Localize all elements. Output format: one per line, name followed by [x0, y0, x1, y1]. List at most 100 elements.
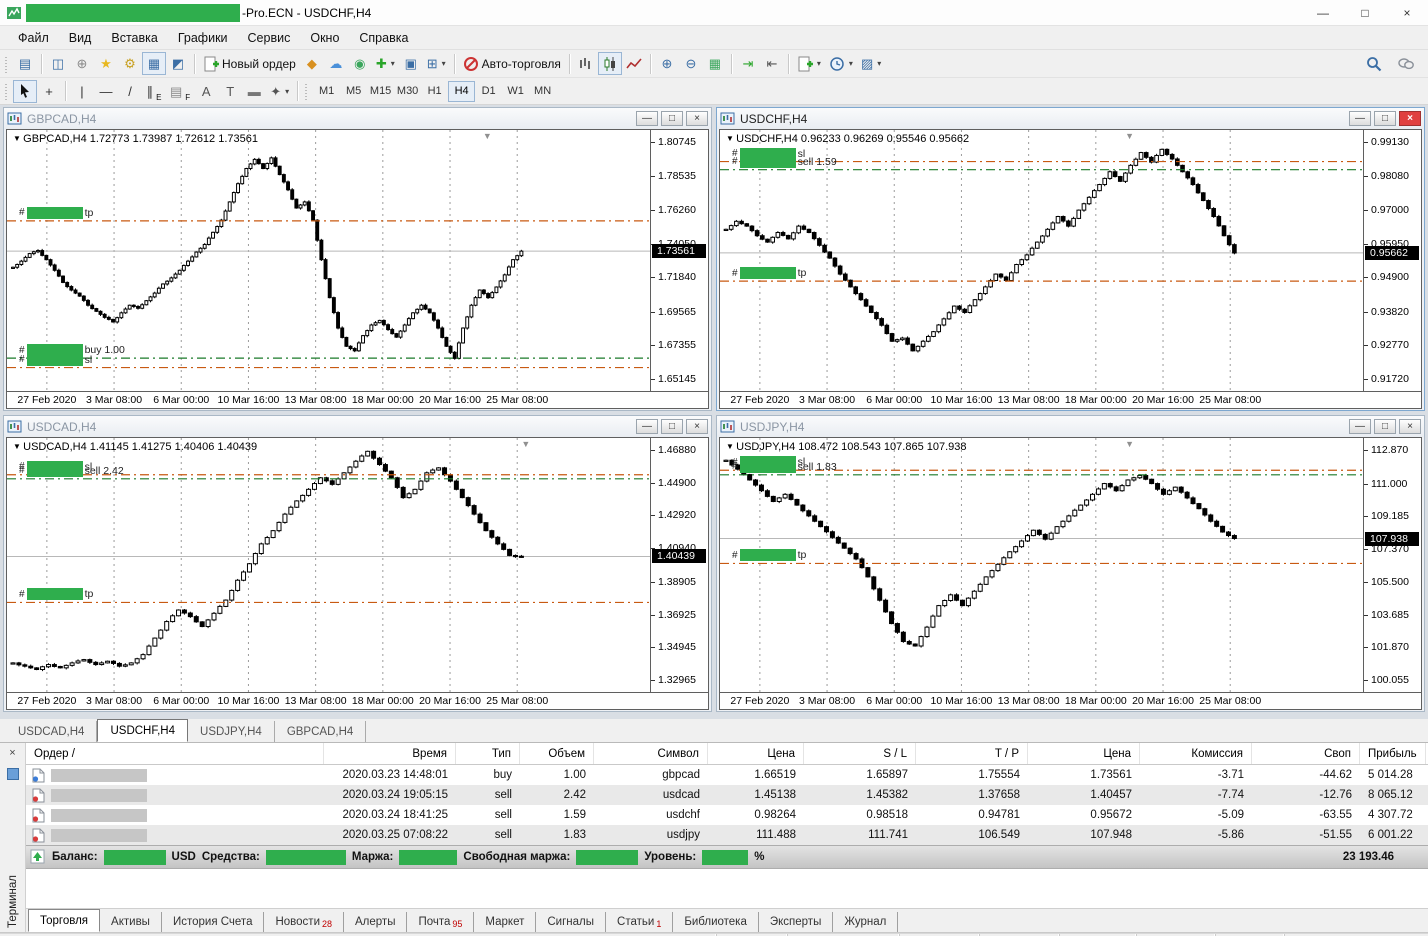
market-watch-icon[interactable]: ⊕ — [70, 52, 94, 75]
terminal-toggle-icon[interactable]: ▦ — [142, 52, 166, 75]
signals-icon[interactable]: ◉ — [348, 52, 372, 75]
menu-сервис[interactable]: Сервис — [238, 28, 301, 48]
time-axis[interactable]: 27 Feb 20203 Mar 08:006 Mar 00:0010 Mar … — [719, 693, 1422, 710]
terminal-tab-новости[interactable]: Новости28 — [264, 912, 344, 932]
menu-файл[interactable]: Файл — [8, 28, 59, 48]
maximize-button[interactable]: □ — [1344, 0, 1386, 25]
crosshair-icon[interactable]: + — [37, 80, 61, 103]
chart-tab-usdjpyh4[interactable]: USDJPY,H4 — [188, 721, 275, 742]
chart-window-titlebar[interactable]: USDJPY,H4—□× — [717, 416, 1424, 437]
autotrading-button[interactable]: Авто-торговля — [459, 52, 565, 75]
menu-графики[interactable]: Графики — [168, 28, 238, 48]
order-row-usdchf[interactable]: 2020.03.24 18:41:25sell1.59usdchf0.98264… — [26, 805, 1428, 825]
terminal-tab-активы[interactable]: Активы — [100, 912, 162, 932]
shapes-icon[interactable]: ▬ — [242, 80, 266, 103]
chart-minimize-button[interactable]: — — [1349, 111, 1371, 126]
collapse-arrow-icon[interactable]: ▼ — [13, 134, 23, 143]
timeframe-h4[interactable]: H4 — [448, 81, 475, 102]
chart-close-button[interactable]: × — [1399, 111, 1421, 126]
terminal-tab-журнал[interactable]: Журнал — [833, 912, 898, 932]
timeframe-w1[interactable]: W1 — [502, 81, 529, 102]
column-header-5[interactable]: Цена — [708, 743, 804, 764]
chart-close-button[interactable]: × — [686, 111, 708, 126]
terminal-tab-сигналы[interactable]: Сигналы — [536, 912, 606, 932]
fibonacci-icon[interactable]: ▤F — [166, 80, 194, 103]
chart-plot-usdcad[interactable]: #sl#sell 2.42#tp▼ USDCAD,H4 1.41145 1.41… — [6, 437, 651, 693]
timeframe-m15[interactable]: M15 — [367, 81, 394, 102]
horizontal-line-icon[interactable]: — — [94, 80, 118, 103]
metaeditor-icon[interactable]: ◆ — [300, 52, 324, 75]
collapse-arrow-icon[interactable]: ▼ — [726, 442, 736, 451]
column-header-11[interactable]: Прибыль — [1360, 743, 1426, 764]
close-order-icon[interactable]: ✕ — [1421, 830, 1428, 841]
new-order-button[interactable]: Новый ордер — [199, 52, 300, 75]
chart-minimize-button[interactable]: — — [636, 111, 658, 126]
strategy-tester-icon[interactable]: ◩ — [166, 52, 190, 75]
price-scale[interactable]: 1.468801.449001.429201.409401.389051.369… — [651, 437, 709, 693]
line-chart-icon[interactable] — [622, 52, 646, 75]
terminal-tab-алерты[interactable]: Алерты — [344, 912, 407, 932]
toolbar-grip[interactable] — [5, 55, 10, 73]
chart-tab-usdchfh4[interactable]: USDCHF,H4 — [97, 719, 188, 742]
text-icon[interactable]: A — [194, 80, 218, 103]
chart-plot-usdchf[interactable]: #sl#sell 1.59#tp▼ USDCHF,H4 0.96233 0.96… — [719, 129, 1364, 392]
zoom-out-icon[interactable]: ⊖ — [679, 52, 703, 75]
search-icon[interactable] — [1362, 52, 1386, 75]
time-axis[interactable]: 27 Feb 20203 Mar 08:006 Mar 00:0010 Mar … — [6, 392, 709, 409]
chart-plot-usdjpy[interactable]: #sl#sell 1.83#tp▼ USDJPY,H4 108.472 108.… — [719, 437, 1364, 693]
toolbar-grip[interactable] — [5, 82, 10, 100]
timeframe-d1[interactable]: D1 — [475, 81, 502, 102]
auto-scroll-icon[interactable]: ⇥ — [736, 52, 760, 75]
time-axis[interactable]: 27 Feb 20203 Mar 08:006 Mar 00:0010 Mar … — [719, 392, 1422, 409]
arrange-windows-icon[interactable]: ▦ — [703, 52, 727, 75]
terminal-tab-эксперты[interactable]: Эксперты — [759, 912, 833, 932]
collapse-arrow-icon[interactable]: ▼ — [726, 134, 736, 143]
menu-окно[interactable]: Окно — [300, 28, 349, 48]
timeframe-h1[interactable]: H1 — [421, 81, 448, 102]
timeframe-m5[interactable]: M5 — [340, 81, 367, 102]
order-row-usdcad[interactable]: 2020.03.24 19:05:15sell2.42usdcad1.45138… — [26, 785, 1428, 805]
timeframe-mn[interactable]: MN — [529, 81, 556, 102]
price-scale[interactable]: 112.870111.000109.185107.370105.500103.6… — [1364, 437, 1422, 693]
column-header-3[interactable]: Объем — [520, 743, 594, 764]
templates-icon[interactable]: ▨▾ — [857, 52, 885, 75]
equidistant-channel-icon[interactable]: ∥E — [142, 80, 166, 103]
close-order-icon[interactable]: ✕ — [1421, 790, 1428, 801]
text-label-icon[interactable]: T — [218, 80, 242, 103]
indicators-list-icon[interactable]: ▾ — [793, 52, 825, 75]
menu-справка[interactable]: Справка — [349, 28, 418, 48]
toolbar-grip[interactable] — [305, 82, 310, 100]
chart-window-titlebar[interactable]: USDCAD,H4—□× — [4, 416, 711, 437]
arrows-icon[interactable]: ✦▾ — [266, 80, 293, 103]
close-button[interactable]: × — [1386, 0, 1428, 25]
time-axis[interactable]: 27 Feb 20203 Mar 08:006 Mar 00:0010 Mar … — [6, 693, 709, 710]
terminal-close-icon[interactable]: × — [6, 746, 20, 760]
add-indicator-icon[interactable]: ✚▾ — [372, 52, 399, 75]
close-order-icon[interactable]: ✕ — [1421, 770, 1428, 781]
chart-tab-usdcadh4[interactable]: USDCAD,H4 — [6, 721, 97, 742]
chart-window-titlebar[interactable]: GBPCAD,H4—□× — [4, 108, 711, 129]
minimize-button[interactable]: — — [1302, 0, 1344, 25]
price-scale[interactable]: 0.991300.980800.970000.959500.949000.938… — [1364, 129, 1422, 392]
column-header-1[interactable]: Время — [324, 743, 456, 764]
terminal-tab-почта[interactable]: Почта95 — [407, 912, 474, 932]
column-header-2[interactable]: Тип — [456, 743, 520, 764]
vertical-line-icon[interactable]: | — [70, 80, 94, 103]
chart-minimize-button[interactable]: — — [1349, 419, 1371, 434]
chart-minimize-button[interactable]: — — [636, 419, 658, 434]
chart-tab-gbpcadh4[interactable]: GBPCAD,H4 — [275, 721, 366, 742]
accounts-icon[interactable]: ⚙ — [118, 52, 142, 75]
terminal-tab-статьи[interactable]: Статьи1 — [606, 912, 673, 932]
terminal-tab-маркет[interactable]: Маркет — [474, 912, 536, 932]
column-header-0[interactable]: Ордер / — [26, 743, 324, 764]
chart-plot-gbpcad[interactable]: #tp#buy 1.00#sl▼ GBPCAD,H4 1.72773 1.739… — [6, 129, 651, 392]
tile-windows-icon[interactable]: ⊞▾ — [423, 52, 450, 75]
column-header-9[interactable]: Комиссия — [1140, 743, 1252, 764]
terminal-tab-история-счета[interactable]: История Счета — [162, 912, 265, 932]
chat-icon[interactable] — [1394, 52, 1418, 75]
column-header-4[interactable]: Символ — [594, 743, 708, 764]
column-header-6[interactable]: S / L — [804, 743, 916, 764]
chart-shift-icon[interactable]: ⇤ — [760, 52, 784, 75]
collapse-arrow-icon[interactable]: ▼ — [13, 442, 23, 451]
price-scale[interactable]: 1.807451.785351.762601.740501.718401.695… — [651, 129, 709, 392]
